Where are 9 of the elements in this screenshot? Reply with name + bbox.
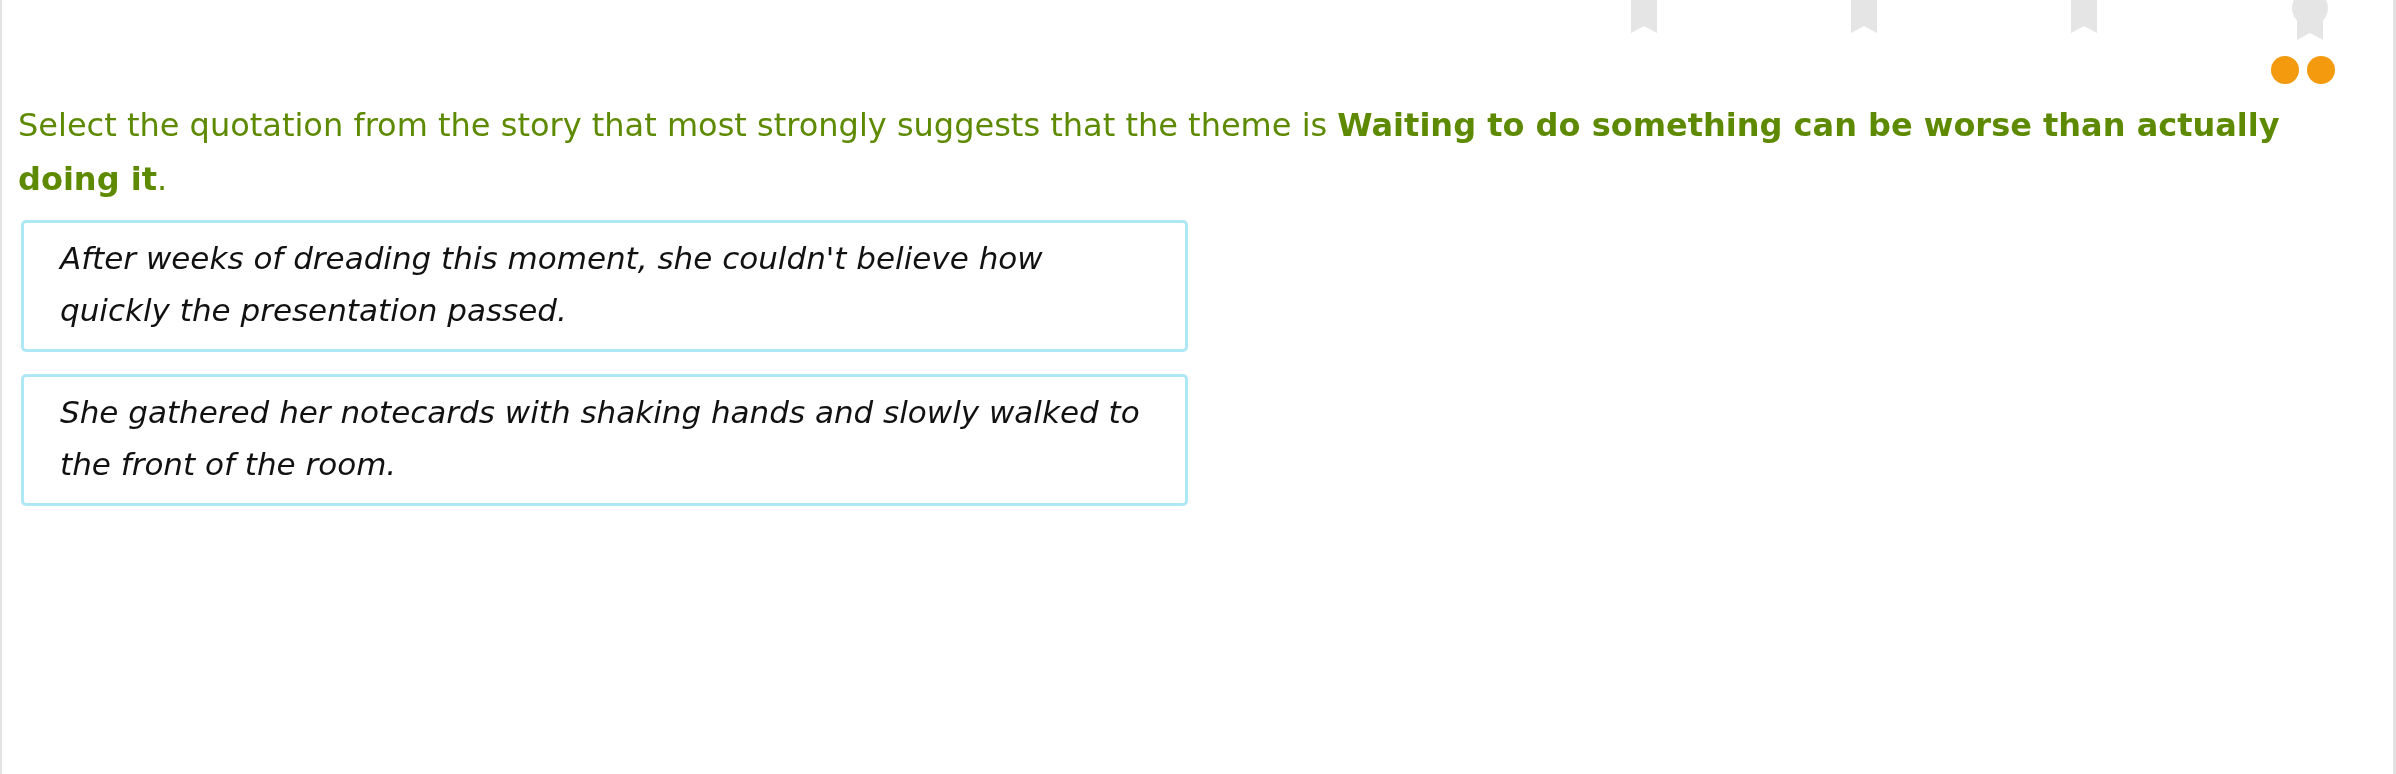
ribbon-icon bbox=[2071, 0, 2097, 33]
progress-dot bbox=[2271, 56, 2299, 84]
medal-icon bbox=[2291, 0, 2329, 40]
answer-choice[interactable]: After weeks of dreading this moment, she couldn't believe how quickly the presentation passed. bbox=[21, 220, 1188, 352]
progress-dot bbox=[2307, 56, 2335, 84]
ribbon-icon bbox=[1851, 0, 1877, 33]
answer-choice[interactable]: She gathered her notecards with shaking hands and slowly walked to the front of the room. bbox=[21, 374, 1188, 506]
ribbon-icon bbox=[1631, 0, 1657, 33]
question-text: Select the quotation from the story that most strongly suggests that the theme is Waiting to do something can be worse than actually doing it. bbox=[18, 105, 2281, 200]
